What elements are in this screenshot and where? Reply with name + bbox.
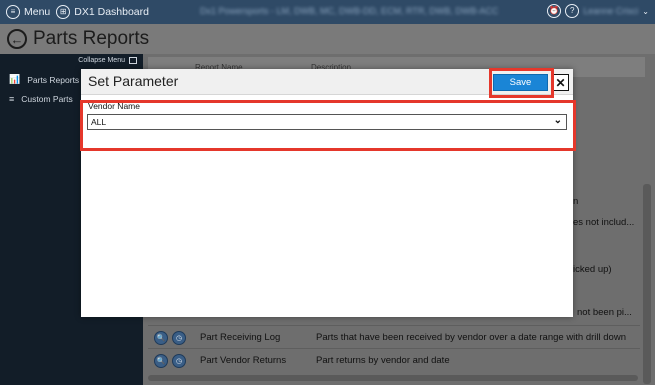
alarm-icon[interactable]: ⏰ bbox=[547, 4, 562, 18]
top-bar: ≡ Menu ⊞ DX1 Dashboard Dx1 Powersports -… bbox=[0, 0, 655, 24]
page-title: Parts Reports bbox=[33, 28, 150, 49]
vertical-scrollbar[interactable] bbox=[643, 184, 651, 384]
table-row[interactable]: 🔍 ◷ Part Receiving Log Parts that have b… bbox=[148, 325, 640, 349]
clock-icon[interactable]: ◷ bbox=[172, 330, 186, 345]
close-icon[interactable]: ✕ bbox=[552, 74, 569, 91]
vendor-field-highlight bbox=[80, 100, 576, 151]
dashboard-label: DX1 Dashboard bbox=[74, 6, 149, 18]
report-description: Part returns by vendor and date bbox=[316, 355, 450, 366]
clock-icon[interactable]: ◷ bbox=[172, 353, 186, 368]
search-icon[interactable]: 🔍 bbox=[154, 353, 168, 368]
list-edit-icon: ≡ bbox=[9, 94, 15, 104]
sidebar-item-label: Custom Parts bbox=[21, 94, 73, 104]
save-highlight bbox=[489, 68, 554, 98]
report-name: Part Receiving Log bbox=[200, 332, 281, 343]
collapse-icon bbox=[129, 57, 137, 64]
dashboard-button[interactable]: ⊞ DX1 Dashboard bbox=[56, 5, 149, 19]
dialog-title: Set Parameter bbox=[88, 73, 179, 89]
sidebar-item-custom-parts[interactable]: ≡ Custom Parts bbox=[9, 94, 73, 104]
report-description: Parts that have been received by vendor … bbox=[316, 332, 626, 343]
table-row[interactable]: 🔍 ◷ Part Vendor Returns Part returns by … bbox=[148, 348, 640, 372]
collapse-menu-label: Collapse Menu bbox=[78, 57, 125, 64]
search-icon[interactable]: 🔍 bbox=[154, 330, 168, 345]
back-arrow-icon[interactable]: ← bbox=[7, 29, 27, 49]
help-icon[interactable]: ? bbox=[565, 4, 580, 18]
menu-icon: ≡ bbox=[6, 5, 20, 19]
user-name[interactable]: Leanne Crisci bbox=[583, 6, 638, 16]
chart-icon: 📊 bbox=[9, 74, 21, 84]
description-fragment: icked up) bbox=[573, 264, 612, 275]
horizontal-scrollbar[interactable] bbox=[148, 375, 638, 381]
menu-button[interactable]: ≡ Menu bbox=[6, 5, 50, 19]
menu-label: Menu bbox=[24, 6, 51, 18]
page-header: ← Parts Reports bbox=[0, 24, 655, 54]
grid-icon: ⊞ bbox=[56, 5, 71, 19]
chevron-down-icon[interactable]: ⌄ bbox=[642, 7, 649, 16]
sidebar-item-label: Parts Reports bbox=[27, 74, 80, 85]
collapse-menu-button[interactable]: Collapse Menu bbox=[78, 57, 137, 64]
description-fragment: n bbox=[573, 196, 579, 207]
sidebar-item-parts-reports[interactable]: 📊 Parts Reports bbox=[9, 74, 79, 85]
report-name: Part Vendor Returns bbox=[200, 355, 287, 366]
description-fragment: not been pi... bbox=[577, 307, 632, 318]
dealer-context: Dx1 Powersports - LM, DWB, MC, DWB-DD, E… bbox=[200, 6, 499, 16]
description-fragment: es not includ... bbox=[573, 217, 635, 228]
